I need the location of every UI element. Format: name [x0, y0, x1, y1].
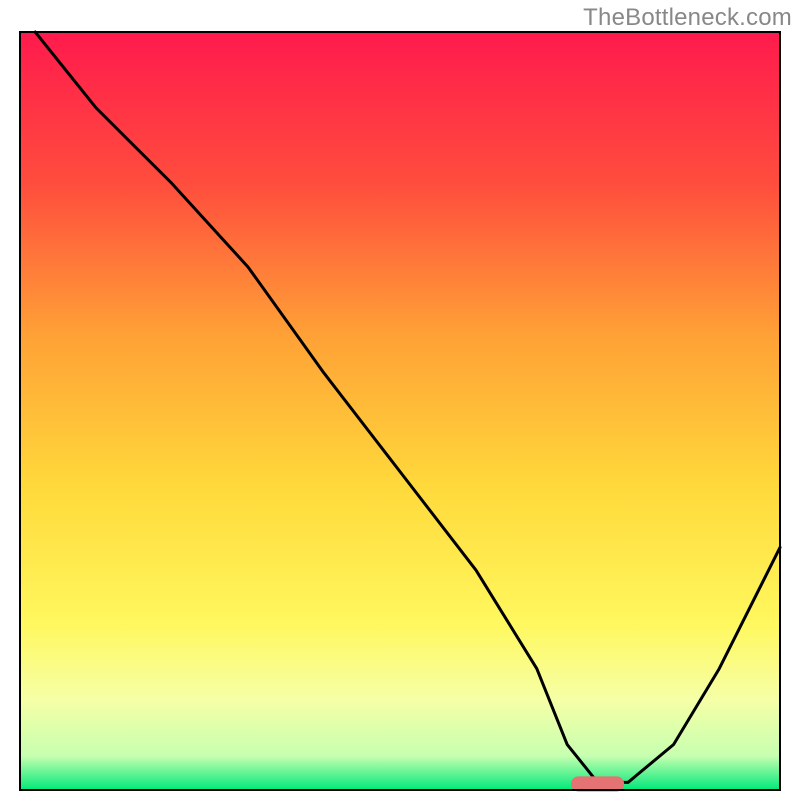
- bottleneck-chart: TheBottleneck.com: [0, 0, 800, 800]
- chart-svg: [0, 0, 800, 800]
- watermark-text: TheBottleneck.com: [583, 4, 792, 32]
